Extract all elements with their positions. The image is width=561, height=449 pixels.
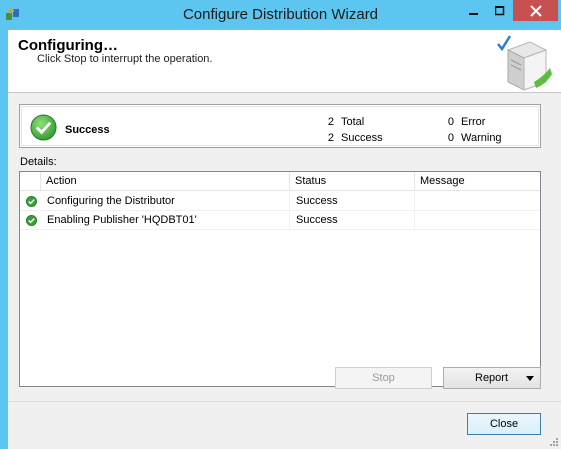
total-count: 2 (327, 116, 334, 128)
row-status: Success (290, 192, 415, 211)
maximize-button[interactable] (487, 0, 513, 21)
wizard-window: Configure Distribution Wizard Configurin… (0, 0, 561, 449)
summary-inner: Success 2 Total 2 Success 0 Error 0 Warning (21, 106, 539, 146)
row-action: Configuring the Distributor (41, 192, 290, 211)
title-bar[interactable]: Configure Distribution Wizard (0, 0, 561, 30)
client-area: Configuring… Click Stop to interrupt the… (8, 30, 561, 449)
details-list[interactable]: Action Status Message Configuring the Di… (19, 171, 541, 387)
stop-button[interactable]: Stop (335, 367, 432, 389)
summary-status: Success (65, 124, 110, 136)
error-label: Error (461, 116, 486, 128)
warning-stat: 0 Warning (444, 132, 502, 144)
column-header-status[interactable]: Status (290, 172, 415, 191)
success-stat: 2 Success (324, 132, 383, 144)
row-status: Success (290, 211, 415, 230)
page-subtitle: Click Stop to interrupt the operation. (37, 53, 213, 65)
footer-divider (8, 401, 561, 402)
close-icon (529, 4, 542, 17)
maximize-icon (495, 5, 505, 15)
details-label: Details: (20, 156, 57, 168)
dropdown-arrow-icon[interactable] (526, 376, 534, 381)
minimize-icon (469, 12, 478, 15)
report-button[interactable]: Report (443, 367, 541, 389)
list-header: Action Status Message (20, 172, 540, 191)
total-label: Total (341, 116, 365, 128)
warning-count: 0 (447, 132, 454, 144)
row-message (415, 192, 540, 211)
table-row[interactable]: Configuring the Distributor Success (20, 192, 540, 211)
server-wizard-icon (497, 35, 552, 91)
success-check-icon (26, 196, 37, 207)
column-header-message[interactable]: Message (415, 172, 540, 191)
total-stat: 2 Total (324, 116, 364, 128)
stop-button-label: Stop (372, 372, 395, 384)
error-count: 0 (447, 116, 454, 128)
warning-label: Warning (461, 132, 502, 144)
close-button[interactable]: Close (467, 413, 541, 435)
error-stat: 0 Error (444, 116, 486, 128)
page-title: Configuring… (18, 37, 118, 54)
column-header-action[interactable]: Action (41, 172, 290, 191)
table-row[interactable]: Enabling Publisher 'HQDBT01' Success (20, 211, 540, 230)
success-check-icon (30, 114, 57, 141)
success-label: Success (341, 132, 383, 144)
close-window-button[interactable] (513, 0, 558, 21)
row-message (415, 211, 540, 230)
row-action: Enabling Publisher 'HQDBT01' (41, 211, 290, 230)
column-header-icon[interactable] (20, 172, 41, 191)
close-button-label: Close (489, 418, 519, 430)
success-count: 2 (327, 132, 334, 144)
resize-grip-icon[interactable] (549, 437, 559, 447)
wizard-header: Configuring… Click Stop to interrupt the… (8, 30, 561, 93)
report-button-label: Report (475, 372, 509, 384)
minimize-button[interactable] (461, 0, 487, 21)
success-check-icon (26, 215, 37, 226)
summary-panel: Success 2 Total 2 Success 0 Error 0 Warning (19, 104, 541, 148)
